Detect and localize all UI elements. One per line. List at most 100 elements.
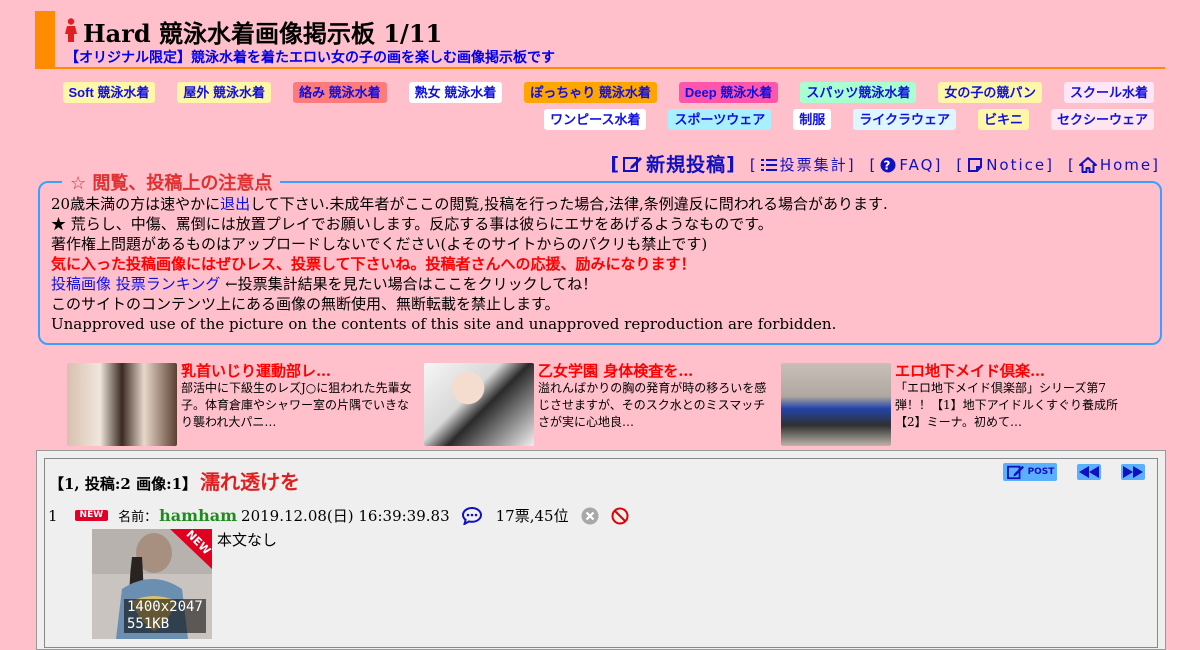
category-link[interactable]: 屋外 競泳水着 — [177, 82, 272, 103]
thread-meta: 【1, 投稿:2 画像:1】 — [49, 475, 198, 493]
image-size-label: 1400x2047 551KB — [124, 599, 206, 633]
category-link[interactable]: ぽっちゃり 競泳水着 — [524, 82, 657, 103]
delete-icon[interactable] — [581, 507, 599, 525]
image-filesize: 551KB — [127, 616, 170, 632]
notice-text: 20歳未満の方は速やかに — [51, 195, 221, 213]
category-link[interactable]: Deep 競泳水着 — [678, 82, 779, 103]
title-row: Hard 競泳水着画像掲示板 1/11 — [65, 14, 442, 49]
ad-title[interactable]: 乳首いじり運動部レ… — [181, 360, 331, 381]
post-number: 1 — [48, 506, 58, 525]
bracket: [ — [956, 155, 965, 174]
notice-text: して下さい.未成年者がここの閲覧,投稿を行った場合,法律,条例違反に問われる場合… — [250, 195, 888, 213]
post-image[interactable]: NEW 1400x2047 551KB — [92, 529, 212, 639]
next-thread-button[interactable] — [1121, 464, 1145, 480]
category-link[interactable]: セクシーウェア — [1050, 109, 1154, 130]
bracket: ] — [847, 155, 856, 174]
page-title: Hard 競泳水着画像掲示板 1/11 — [83, 19, 443, 48]
category-row-1: Soft 競泳水着 屋外 競泳水着 絡み 競泳水着 熟女 競泳水着 ぽっちゃり 競泳水着… — [62, 82, 1154, 103]
page-subtitle: 【オリジナル限定】競泳水着を着たエロい女の子の画を楽しむ画像掲示板です — [65, 50, 555, 66]
category-row-2: ワンピース水着 スポーツウェア 制服 ライクラウェア ビキニ セクシーウェア — [114, 109, 1154, 130]
ad-description: 溢れんばかりの胸の発育が時の移ろいを感じさせますが、そのスク水とのミスマッチさが… — [538, 381, 767, 429]
bracket: [ — [869, 155, 878, 174]
thread-tools: POST — [983, 463, 1145, 481]
category-links: Soft 競泳水着 屋外 競泳水着 絡み 競泳水着 熟女 競泳水着 ぽっちゃり 競泳水着… — [62, 82, 1154, 136]
new-post-link[interactable]: [ 新規投稿 ] — [610, 150, 735, 177]
thread-box: 【1, 投稿:2 画像:1】 濡れ透けを POST 1 NEW 名前： hamh… — [44, 458, 1158, 648]
fast-forward-icon — [1123, 466, 1143, 478]
new-post-label: 新規投稿 — [646, 154, 727, 176]
ad-thumbnail[interactable] — [781, 363, 891, 446]
category-link[interactable]: Soft 競泳水着 — [62, 82, 156, 103]
bracket: ] — [1046, 155, 1054, 174]
reply-icon[interactable] — [461, 506, 482, 525]
ad-item[interactable]: エロ地下メイド倶楽… 「エロ地下メイド倶楽部」シリーズ第7弾！！【1】地下アイド… — [781, 362, 1121, 448]
note-icon — [968, 157, 983, 172]
ad-thumbnail[interactable] — [67, 363, 177, 446]
poster-name: hamham — [159, 506, 238, 525]
category-link[interactable]: スポーツウェア — [668, 109, 772, 130]
svg-text:?: ? — [884, 158, 893, 172]
notice-box: ☆ 閲覧、投稿上の注意点 20歳未満の方は速やかに退出して下さい.未成年者がここ… — [38, 169, 1162, 345]
notice-body: 20歳未満の方は速やかに退出して下さい.未成年者がここの閲覧,投稿を行った場合,… — [51, 194, 888, 334]
notice-legend: ☆ 閲覧、投稿上の注意点 — [62, 169, 281, 195]
post-label: POST — [1027, 467, 1055, 477]
female-icon — [65, 17, 77, 46]
list-icon — [760, 158, 777, 171]
category-link[interactable]: 制服 — [793, 109, 832, 130]
bracket: ] — [726, 152, 736, 175]
vote-tally-link[interactable]: [ 投票集計 ] — [750, 154, 856, 175]
ranking-link[interactable]: 投稿画像 投票ランキング — [51, 275, 220, 293]
category-link[interactable]: 熟女 競泳水着 — [408, 82, 503, 103]
home-label: Home — [1099, 155, 1153, 174]
prev-thread-button[interactable] — [1077, 464, 1101, 480]
bracket: [ — [1067, 155, 1076, 174]
bracket: [ — [610, 152, 621, 175]
thread-title[interactable]: 濡れ透けを — [200, 466, 300, 495]
notice-line-4: 気に入った投稿画像にはぜひレス、投票して下さいね。投稿者さんへの応援、励みになり… — [51, 255, 696, 273]
main-nav: [ 新規投稿 ] [ 投票集計 ] [ ? FAQ ] [ Notice] [… — [596, 150, 1160, 177]
bracket: ] — [934, 155, 943, 174]
ad-item[interactable]: 乙女学園 身体検査を… 溢れんばかりの胸の発育が時の移ろいを感じさせますが、その… — [424, 360, 766, 448]
name-label: 名前： — [118, 510, 158, 525]
rewind-icon — [1079, 466, 1099, 478]
ad-strip: 乳首いじり運動部レ… 部活中に下級生のレズJ○に狙われた先輩女子。体育倉庫やシャ… — [67, 362, 1167, 448]
category-link[interactable]: ビキニ — [977, 109, 1029, 130]
ad-thumbnail[interactable] — [424, 363, 534, 446]
post-body: 本文なし — [217, 531, 278, 549]
home-icon — [1078, 156, 1097, 173]
ad-description: 「エロ地下メイド倶楽部」シリーズ第7弾！！【1】地下アイドルくすぐり養成所【2】… — [895, 381, 1119, 429]
home-link[interactable]: [ Home ] — [1068, 156, 1160, 174]
post-date: 2019.12.08(日) 16:39:39.83 — [241, 507, 450, 525]
post-header: 1 NEW 名前： hamham 2019.12.08(日) 16:39:39.… — [48, 505, 629, 526]
category-link[interactable]: 絡み 競泳水着 — [293, 82, 387, 103]
vote-count: 17票,45位 — [495, 507, 569, 525]
notice-link[interactable]: [ Notice ] — [956, 156, 1054, 174]
notice-line-1: 20歳未満の方は速やかに退出して下さい.未成年者がここの閲覧,投稿を行った場合,… — [51, 194, 888, 214]
notice-text: ←投票集計結果を見たい場合はここをクリックしてね！ — [220, 275, 598, 293]
ad-title[interactable]: 乙女学園 身体検査を… — [538, 360, 693, 381]
ad-item[interactable]: 乳首いじり運動部レ… 部活中に下級生のレズJ○に狙われた先輩女子。体育倉庫やシャ… — [67, 360, 412, 448]
notice-line-6: このサイトのコンテンツ上にある画像の無断使用、無断転載を禁止します。 — [51, 295, 560, 313]
category-link[interactable]: スクール水着 — [1063, 82, 1154, 103]
category-link[interactable]: スパッツ競泳水着 — [800, 82, 917, 103]
ad-title[interactable]: エロ地下メイド倶楽… — [895, 360, 1045, 381]
thread-container: 【1, 投稿:2 画像:1】 濡れ透けを POST 1 NEW 名前： hamh… — [36, 450, 1166, 650]
exit-link[interactable]: 退出 — [220, 195, 250, 213]
category-link[interactable]: 女の子の競パン — [938, 82, 1042, 103]
new-badge: NEW — [74, 510, 109, 521]
faq-label: FAQ — [899, 155, 935, 174]
notice-label: Notice — [986, 155, 1047, 174]
notice-line-2: ★ 荒らし、中傷、罵倒には放置プレイでお願いします。反応する事は彼らにエサをあげ… — [51, 215, 773, 233]
faq-link[interactable]: [ ? FAQ ] — [870, 156, 943, 174]
reply-post-button[interactable]: POST — [1003, 463, 1057, 481]
ad-description: 部活中に下級生のレズJ○に狙われた先輩女子。体育倉庫やシャワー室の片隅でいきなり… — [181, 381, 412, 429]
page-header: Hard 競泳水着画像掲示板 1/11 【オリジナル限定】競泳水着を着たエロい女… — [35, 11, 1165, 69]
category-link[interactable]: ワンピース水着 — [544, 109, 647, 130]
edit-icon — [1006, 465, 1024, 480]
block-icon[interactable] — [611, 507, 629, 525]
notice-line-7: Unapproved use of the picture on the con… — [51, 315, 837, 333]
bracket: [ — [749, 155, 758, 174]
category-link[interactable]: ライクラウェア — [853, 109, 956, 130]
notice-line-3: 著作権上問題があるものはアップロードしないでください(よそのサイトからのパクリも… — [51, 235, 708, 253]
image-dimensions: 1400x2047 — [127, 599, 203, 615]
